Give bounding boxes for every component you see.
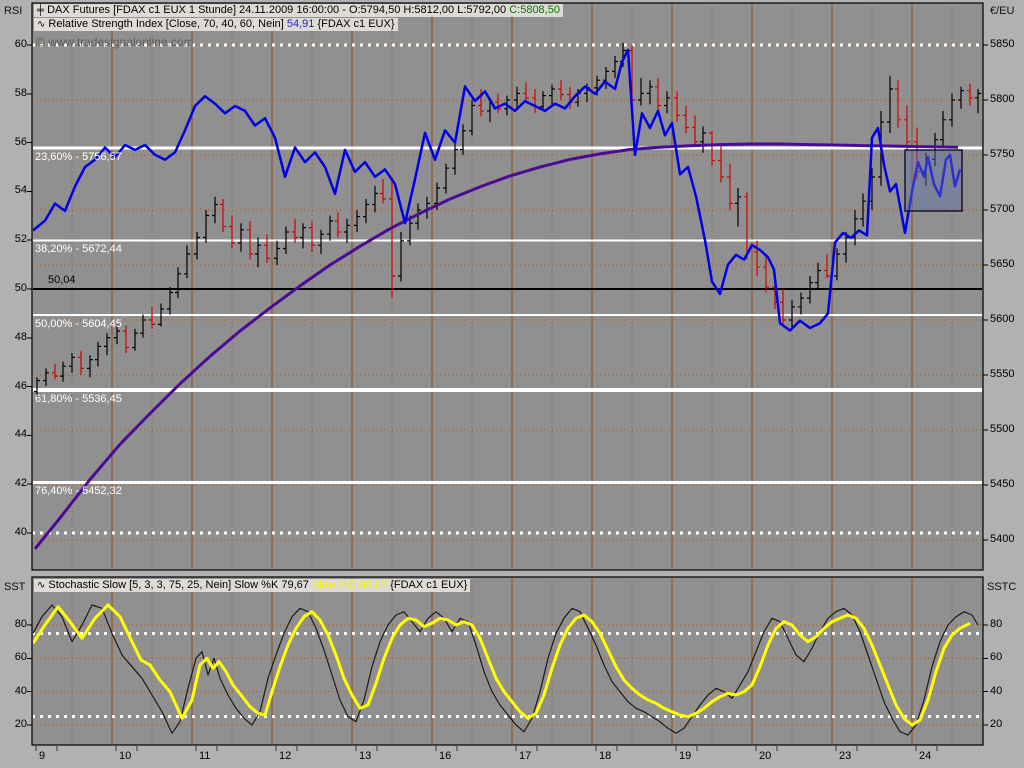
rsi-tick-label: 52 [14, 233, 27, 246]
rsi-tick-label: 60 [14, 38, 27, 50]
rsi-indicator-title-bar[interactable]: ∿ Relative Strength Index [Close, 70, 40,… [34, 18, 398, 31]
ohlc-bars-icon: ╪ [37, 5, 45, 16]
stoch-tick-label-right: 80 [990, 618, 1003, 630]
stoch-tick-label: 80 [14, 618, 27, 630]
stoch-axis-title-right: SSTC [987, 581, 1017, 593]
chart-canvas[interactable] [0, 0, 1024, 768]
rsi-tick-label: 48 [14, 330, 27, 343]
instrument-title-bar[interactable]: ╪ DAX Futures [FDAX c1 EUX 1 Stunde] 24.1… [34, 4, 563, 17]
stoch-tick-label: 20 [14, 718, 27, 730]
x-axis-day-label: 10 [119, 750, 132, 762]
selection-box[interactable] [904, 149, 963, 212]
wave-icon: ∿ [37, 580, 46, 591]
x-axis-day-label: 24 [919, 750, 932, 762]
x-axis-day-label: 12 [279, 750, 292, 762]
price-tick-label: 5800 [990, 93, 1015, 105]
watermark: © www.tradesignalonline.com [36, 35, 194, 49]
stoch-indicator-title-bar[interactable]: ∿ Stochastic Slow [5, 3, 3, 75, 25, Nein]… [34, 579, 471, 592]
x-axis-day-label: 16 [439, 750, 452, 762]
fib-level-label: 38,20% - 5672,44 [35, 243, 122, 256]
rsi-axis-title: RSI [4, 5, 23, 17]
price-tick-label: 5550 [990, 368, 1015, 380]
stoch-tick-label-right: 20 [990, 718, 1003, 730]
price-tick-label: 5750 [990, 148, 1015, 160]
price-tick-label: 5450 [990, 478, 1015, 490]
stoch-indicator-suffix: {FDAX c1 EUX} [387, 579, 468, 591]
fib-level-label: 76,40% - 5452,32 [35, 485, 122, 498]
x-axis-day-label: 11 [199, 750, 211, 762]
rsi-tick-label: 54 [14, 184, 27, 197]
rsi-indicator-suffix: {FDAX c1 EUX} [314, 18, 395, 30]
instrument-title-text: DAX Futures [FDAX c1 EUX 1 Stunde] 24.11… [47, 4, 510, 16]
stoch-tick-label-right: 40 [990, 684, 1003, 697]
rsi-tick-label: 58 [14, 86, 27, 99]
rsi-tick-label: 46 [14, 379, 27, 392]
fib-level-label: 23,60% - 5756,57 [35, 150, 122, 163]
x-axis-day-label: 13 [359, 750, 372, 762]
price-tick-label: 5650 [990, 258, 1015, 270]
fib-level-label: 50,00% - 5604,45 [35, 318, 122, 331]
x-axis-day-label: 17 [519, 750, 532, 762]
rsi-tick-label: 44 [14, 428, 27, 441]
fib-level-label: 61,80% - 5536,45 [35, 392, 122, 405]
rsi-indicator-text: Relative Strength Index [Close, 70, 40, … [48, 18, 287, 30]
rsi-tick-label: 40 [14, 526, 27, 538]
rsi-value: 54,91 [286, 18, 315, 30]
x-axis-day-label: 9 [39, 750, 46, 762]
price-tick-label: 5500 [990, 423, 1015, 435]
stoch-indicator-text: Stochastic Slow [5, 3, 3, 75, 25, Nein] … [48, 579, 312, 591]
x-axis-day-label: 18 [599, 750, 612, 762]
stoch-d-value: Slow %D 80,87 [311, 579, 388, 591]
x-axis-day-label: 19 [679, 750, 692, 762]
x-axis-day-label: 20 [759, 750, 772, 762]
price-tick-label: 5700 [990, 203, 1015, 215]
stoch-tick-label: 60 [14, 651, 27, 664]
close-value: C:5808,50 [509, 4, 560, 16]
x-axis-day-label: 23 [839, 750, 852, 762]
rsi-tick-label: 50 [14, 282, 27, 294]
trading-chart-window: RSI €/EU SST SSTC ╪ DAX Futures [FDAX c1 … [0, 0, 1024, 768]
price-tick-label: 5850 [990, 38, 1015, 50]
stoch-axis-title-left: SST [4, 581, 26, 593]
rsi-tick-label: 56 [14, 135, 27, 148]
stoch-tick-label-right: 60 [990, 651, 1003, 664]
price-tick-label: 5400 [990, 533, 1015, 545]
stoch-panel-bg [32, 577, 983, 745]
price-axis-title: €/EU [990, 5, 1015, 17]
price-tick-label: 5600 [990, 313, 1015, 325]
stoch-tick-label: 40 [14, 684, 27, 697]
rsi-tick-label: 42 [14, 477, 27, 490]
rsi-mid-label: 50,04 [48, 274, 76, 286]
wave-icon: ∿ [37, 19, 46, 30]
